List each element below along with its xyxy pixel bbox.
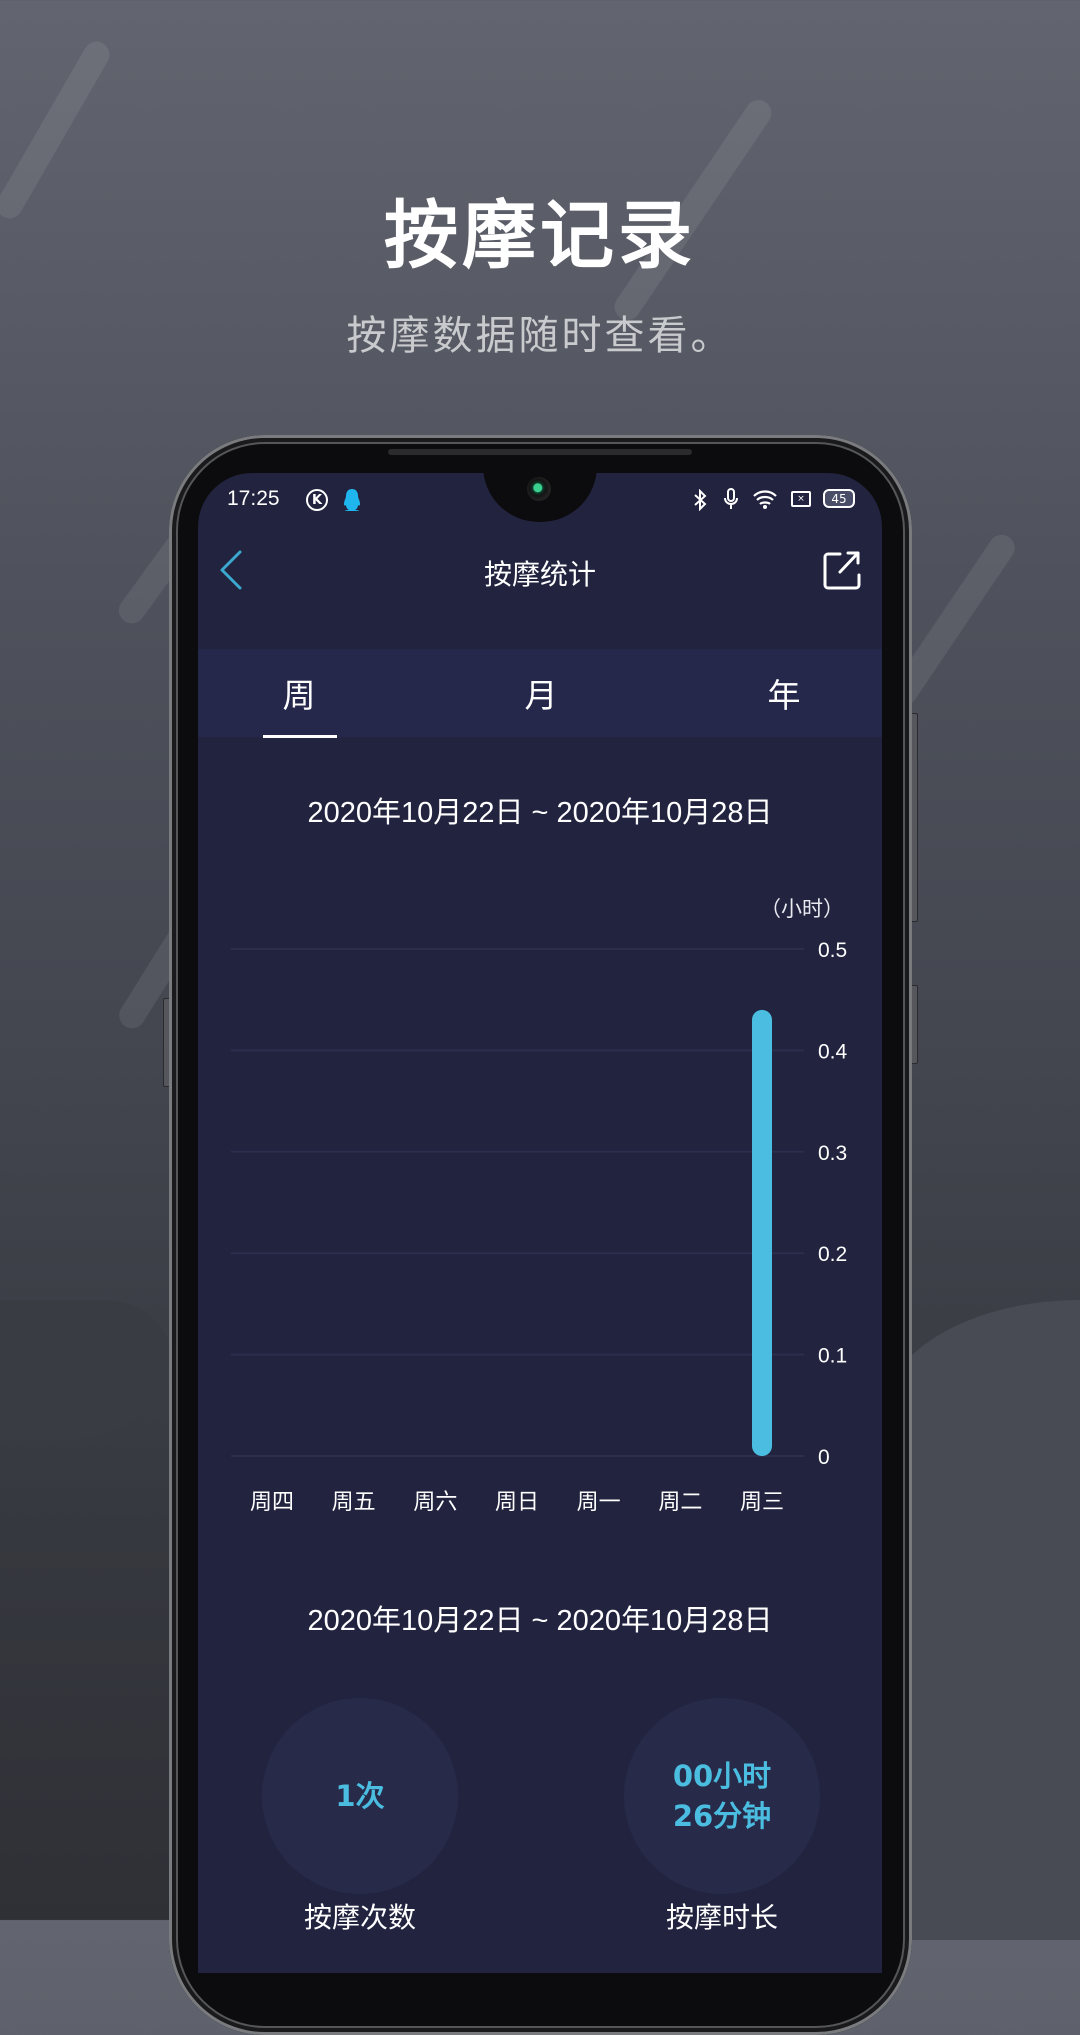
massage-duration-circle: 00小时 26分钟 xyxy=(624,1698,820,1894)
hero-title: 按摩记录 xyxy=(384,193,696,279)
x-tick-label: 周一 xyxy=(577,1490,621,1515)
y-tick-label: 0.3 xyxy=(818,1142,847,1165)
massage-duration-hours: 00小时 xyxy=(672,1759,772,1793)
hero-subtitle: 按摩数据随时查看。 xyxy=(346,313,734,359)
phone-speaker xyxy=(388,449,692,455)
summary-date-range: 2020年10月22日 ~ 2020年10月28日 xyxy=(307,1605,773,1637)
y-tick-label: 0.5 xyxy=(818,939,847,962)
y-tick-label: 0.2 xyxy=(818,1243,847,1266)
x-tick-label: 周二 xyxy=(658,1490,702,1515)
massage-duration-minutes: 26分钟 xyxy=(672,1799,772,1833)
massage-count-value: 1次 xyxy=(335,1779,385,1813)
y-tick-label: 0 xyxy=(818,1446,830,1469)
bar-6 xyxy=(752,1009,772,1456)
y-tick-label: 0.4 xyxy=(818,1040,848,1063)
weekly-bar-chart: 0 0.1 0.2 0.3 0.4 0.5 周四 周五 周六 周日 周一 周二 周三 xyxy=(231,939,848,1515)
front-camera xyxy=(527,477,551,501)
massage-count-label: 按摩次数 xyxy=(303,1901,416,1934)
x-tick-label: 周五 xyxy=(332,1490,376,1515)
massage-count-circle: 1次 xyxy=(262,1698,458,1894)
x-tick-label: 周四 xyxy=(250,1490,294,1515)
phone-screen: 17:25 K × 45 按摩统计 周 月 年 2020年10月22日 ~ 20… xyxy=(198,473,882,1973)
y-tick-label: 0.1 xyxy=(818,1345,847,1368)
x-tick-label: 周日 xyxy=(495,1490,539,1515)
x-tick-label: 周三 xyxy=(740,1490,784,1515)
massage-duration-label: 按摩时长 xyxy=(665,1901,778,1934)
background-blob xyxy=(0,1300,170,1440)
x-tick-label: 周六 xyxy=(413,1490,457,1515)
